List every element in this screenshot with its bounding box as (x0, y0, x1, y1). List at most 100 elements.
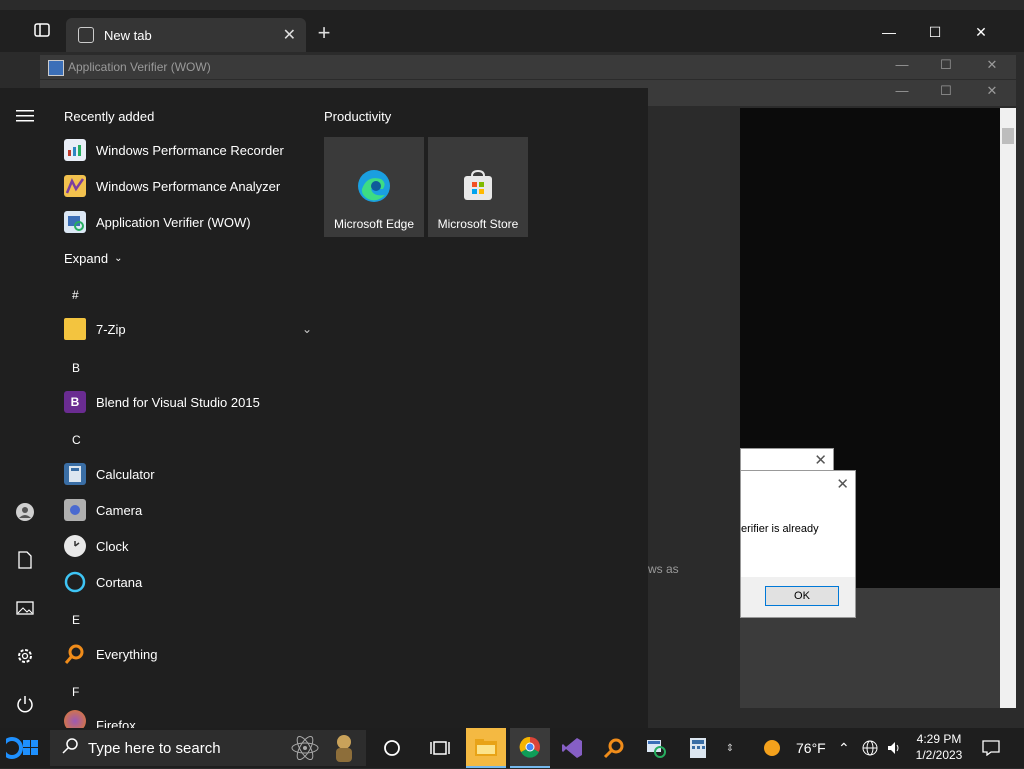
list-item[interactable]: Clock (64, 530, 304, 562)
clock-icon (64, 535, 86, 557)
new-tab-button[interactable]: + (312, 20, 336, 46)
group-letter[interactable]: B (72, 361, 80, 375)
volume-icon[interactable] (886, 728, 902, 768)
tab-close-icon[interactable]: ✕ (283, 25, 296, 45)
expand-button[interactable]: Expand ⌄ (64, 242, 304, 274)
cortana-button[interactable] (372, 728, 412, 768)
list-item[interactable]: Everything (64, 638, 304, 670)
documents-icon[interactable] (13, 548, 37, 572)
tile-label: Microsoft Edge (333, 217, 415, 231)
start-rail (0, 88, 50, 728)
folder-icon (64, 318, 86, 340)
group-letter[interactable]: C (72, 433, 81, 447)
group-letter[interactable]: # (72, 288, 79, 302)
task-view-button[interactable] (420, 728, 460, 768)
group-letter[interactable]: E (72, 613, 80, 627)
tile-label: Microsoft Store (437, 217, 519, 231)
list-item-label: Blend for Visual Studio 2015 (96, 394, 260, 410)
calculator-taskbar-icon[interactable] (678, 728, 718, 768)
tile-microsoft-store[interactable]: Microsoft Store (428, 137, 528, 237)
list-item-label: Everything (96, 646, 158, 662)
chrome-icon[interactable] (510, 728, 550, 768)
tab-actions-icon[interactable] (28, 16, 56, 44)
chevron-down-icon: ⌄ (114, 252, 123, 264)
hamburger-menu-icon[interactable] (13, 104, 37, 128)
list-item[interactable]: 7-Zip ⌄ (64, 313, 312, 345)
store-icon (461, 169, 495, 208)
firefox-icon (64, 710, 86, 728)
av-maximize-button[interactable]: ☐ (924, 57, 968, 77)
network-globe-icon[interactable] (862, 728, 878, 768)
list-item-label: Camera (96, 502, 143, 518)
list-item[interactable]: B Blend for Visual Studio 2015 (64, 386, 304, 418)
dialog-message: erifier is already (741, 523, 819, 535)
wpa-icon (64, 175, 86, 197)
message-dialog: ✕ erifier is already OK (740, 470, 856, 618)
search-highlight-atom-icon (290, 734, 320, 767)
group-letter[interactable]: F (72, 685, 79, 699)
file-explorer-icon[interactable] (466, 728, 506, 768)
show-hidden-icons-chevron-icon[interactable]: ⌃ (838, 728, 850, 768)
list-item[interactable]: Firefox (64, 710, 304, 728)
settings-gear-icon[interactable] (13, 644, 37, 668)
av-minimize-button[interactable]: — (880, 57, 924, 77)
browser-maximize-button[interactable]: ☐ (912, 18, 958, 46)
list-item-label: Clock (96, 538, 129, 554)
weather-temp: 76°F (796, 740, 826, 756)
list-item-label: Firefox (96, 718, 136, 728)
chevron-down-icon[interactable]: ⌄ (302, 322, 312, 336)
taskbar-search[interactable]: Type here to search (50, 730, 366, 766)
app-verifier-taskbar-icon[interactable] (636, 728, 676, 768)
list-item[interactable]: Calculator (64, 458, 304, 490)
list-item[interactable]: Camera (64, 494, 304, 526)
taskbar-clock[interactable]: 4:29 PM 1/2/2023 (908, 731, 970, 763)
blend-icon: B (64, 391, 86, 413)
av2-close-button[interactable]: ✕ (970, 83, 1014, 103)
search-highlight-figure-icon (328, 732, 360, 769)
taskbar-overflow-arrow-icon[interactable]: ⇕ (720, 728, 740, 768)
recently-added-title: Recently added (64, 109, 155, 124)
list-item[interactable]: Cortana (64, 566, 304, 598)
browser-close-button[interactable]: ✕ (958, 18, 1004, 46)
search-icon (62, 737, 78, 759)
taskbar: Type here to search ⇕ 76°F ⌃ 4:29 PM 1/2… (0, 728, 1024, 768)
vertical-scrollbar[interactable] (1000, 108, 1016, 708)
app-verifier-title: Application Verifier (WOW) (68, 60, 211, 74)
browser-tab[interactable]: New tab ✕ (66, 18, 306, 52)
wpr-icon (64, 139, 86, 161)
new-tab-page-icon (78, 27, 94, 43)
pictures-icon[interactable] (13, 596, 37, 620)
av2-maximize-button[interactable]: ☐ (924, 83, 968, 103)
notifications-icon[interactable] (982, 728, 1000, 768)
dialog-close-icon[interactable]: ✕ (836, 475, 849, 493)
browser-minimize-button[interactable]: — (866, 18, 912, 46)
visual-studio-icon[interactable] (552, 728, 592, 768)
list-item[interactable]: Windows Performance Analyzer (64, 170, 304, 202)
calculator-icon (64, 463, 86, 485)
background-text: ws as (648, 562, 679, 576)
clock-time: 4:29 PM (916, 732, 962, 746)
sun-icon (764, 740, 780, 756)
app-verifier-titlebar: Application Verifier (WOW) — ☐ ✕ (40, 55, 1016, 79)
camera-icon (64, 499, 86, 521)
power-icon[interactable] (13, 692, 37, 716)
dialog-back-close-icon[interactable]: ✕ (814, 451, 827, 469)
ok-button[interactable]: OK (765, 586, 839, 606)
list-item[interactable]: Application Verifier (WOW) (64, 206, 304, 238)
list-item[interactable]: Windows Performance Recorder (64, 134, 304, 166)
av2-minimize-button[interactable]: — (880, 83, 924, 103)
av-close-button[interactable]: ✕ (970, 57, 1014, 77)
tile-microsoft-edge[interactable]: Microsoft Edge (324, 137, 424, 237)
cortana-icon (64, 571, 86, 593)
everything-taskbar-icon[interactable] (594, 728, 634, 768)
user-account-icon[interactable] (13, 500, 37, 524)
weather-widget[interactable]: 76°F (764, 728, 826, 768)
app-verifier-icon (48, 60, 64, 76)
start-button[interactable] (0, 728, 46, 768)
clock-date: 1/2/2023 (915, 748, 963, 762)
search-placeholder: Type here to search (88, 739, 221, 757)
list-item-label: Calculator (96, 466, 155, 482)
app-verifier-icon (64, 211, 86, 233)
list-item-label: Windows Performance Analyzer (96, 178, 281, 194)
scrollbar-thumb[interactable] (1002, 128, 1014, 144)
